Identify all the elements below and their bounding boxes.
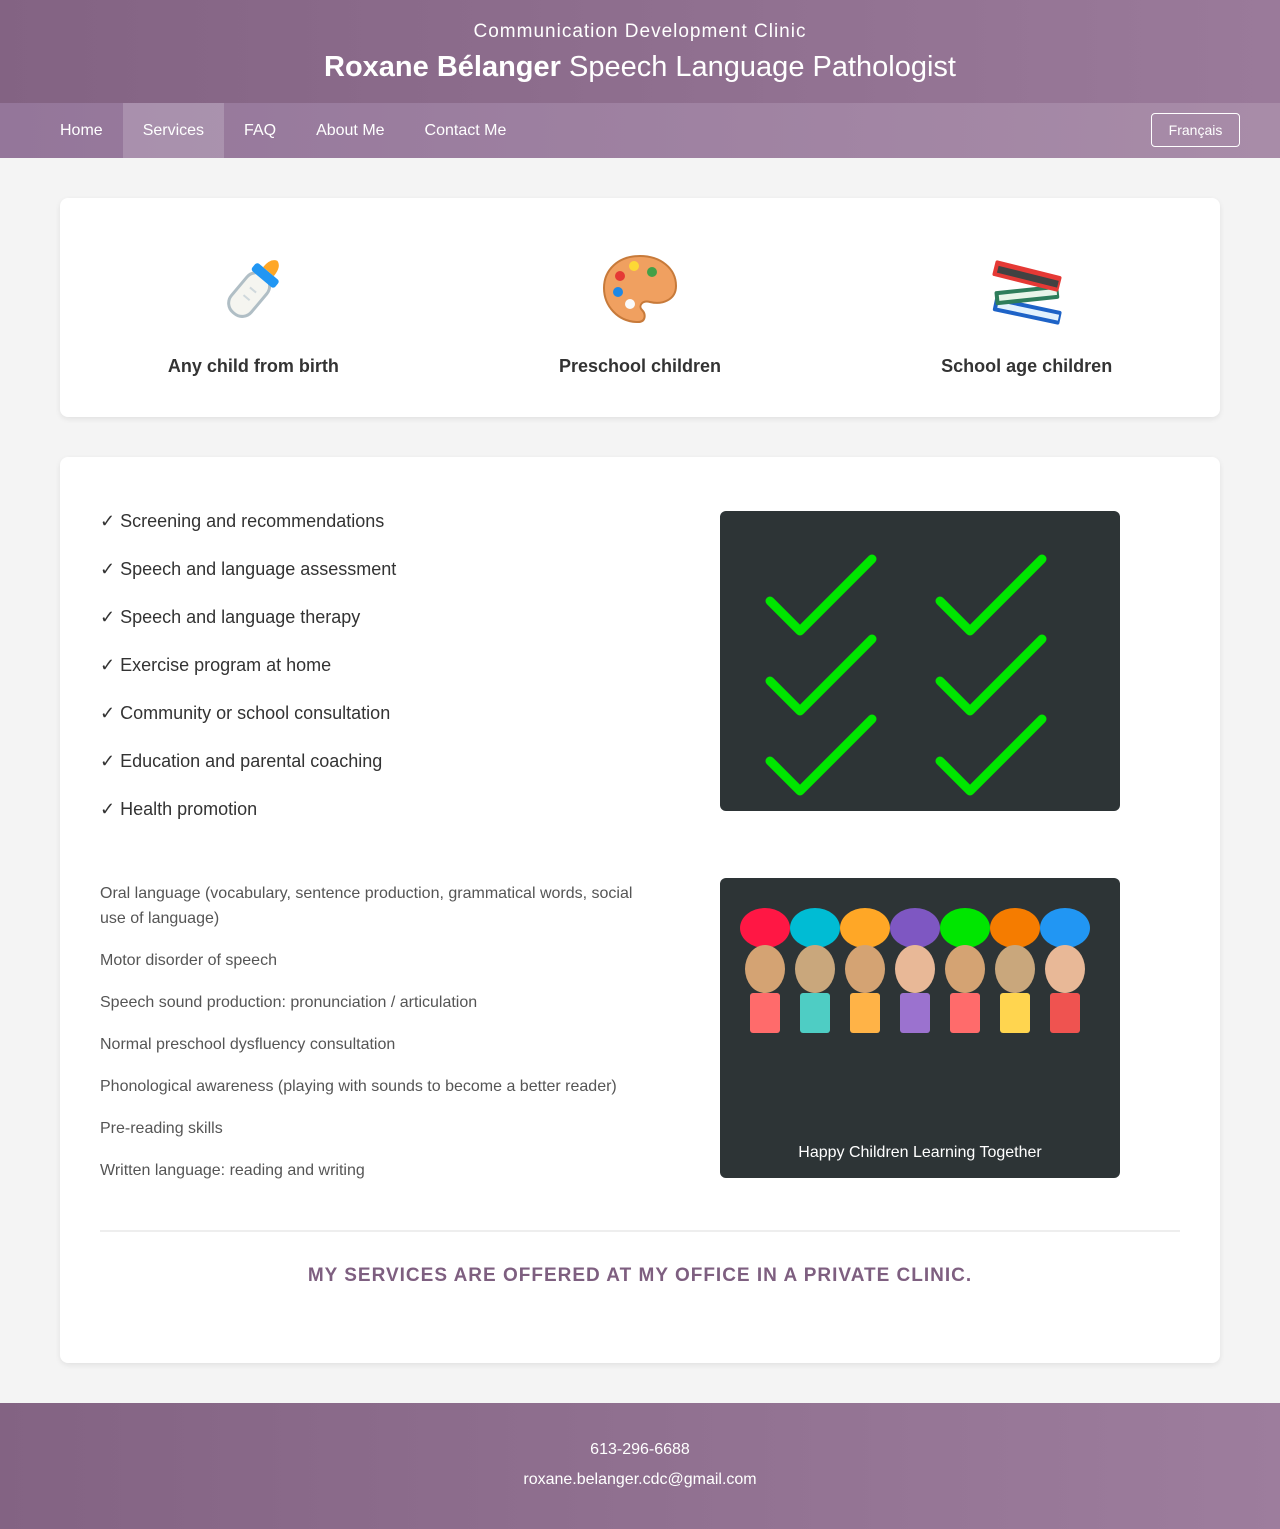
services-card: ✓ Screening and recommendations ✓ Speech… xyxy=(60,457,1220,1363)
children-illustration: Happy Children Learning Together xyxy=(720,878,1120,1178)
service-item: ✓ Health promotion xyxy=(100,799,258,819)
areas-list: Oral language (vocabulary, sentence prod… xyxy=(100,881,640,1200)
child-body xyxy=(750,993,780,1033)
check-icon xyxy=(765,714,877,796)
age-group-school: School age children xyxy=(833,198,1220,417)
child-hair xyxy=(890,908,940,948)
child-hair xyxy=(790,908,840,948)
child-figure xyxy=(890,908,940,1033)
child-hair xyxy=(1040,908,1090,948)
child-face xyxy=(745,945,785,993)
books-icon xyxy=(833,250,1220,330)
section-divider xyxy=(100,1230,1180,1232)
check-icon xyxy=(765,634,877,716)
child-body xyxy=(1050,993,1080,1033)
child-hair xyxy=(990,908,1040,948)
service-item: ✓ Screening and recommendations xyxy=(100,511,385,531)
child-body xyxy=(1000,993,1030,1033)
area-item: Written language: reading and writing xyxy=(100,1162,365,1179)
child-figure xyxy=(840,908,890,1033)
services-list: ✓ Screening and recommendations ✓ Speech… xyxy=(100,507,396,843)
site-header: Communication Development Clinic Roxane … xyxy=(0,0,1280,103)
profession: Speech Language Pathologist xyxy=(569,51,956,83)
child-body xyxy=(800,993,830,1033)
service-item: ✓ Speech and language assessment xyxy=(100,559,397,579)
child-hair xyxy=(940,908,990,948)
area-item: Oral language (vocabulary, sentence prod… xyxy=(100,885,633,927)
nav-about-me[interactable]: About Me xyxy=(296,103,404,158)
nav-faq[interactable]: FAQ xyxy=(224,103,296,158)
child-figure xyxy=(1040,908,1090,1033)
child-figure xyxy=(790,908,840,1033)
illustration-caption: Happy Children Learning Together xyxy=(798,1144,1042,1161)
service-item: ✓ Community or school consultation xyxy=(100,703,391,723)
child-body xyxy=(850,993,880,1033)
site-footer: 613-296-6688 roxane.belanger.cdc@gmail.c… xyxy=(0,1403,1280,1529)
child-figure xyxy=(940,908,990,1033)
area-item: Phonological awareness (playing with sou… xyxy=(100,1078,617,1095)
area-item: Speech sound production: pronunciation /… xyxy=(100,994,478,1011)
service-item: ✓ Education and parental coaching xyxy=(100,751,383,771)
site-title: Roxane Bélanger Speech Language Patholog… xyxy=(0,50,1280,84)
service-item: ✓ Speech and language therapy xyxy=(100,607,361,627)
age-groups-card: Any child from birth Preschool children xyxy=(60,198,1220,417)
child-face xyxy=(895,945,935,993)
area-item: Pre-reading skills xyxy=(100,1120,223,1137)
age-group-label: Any child from birth xyxy=(167,356,339,376)
checkmarks-graphic xyxy=(765,554,1047,796)
footer-phone[interactable]: 613-296-6688 xyxy=(0,1403,1280,1459)
age-group-label: School age children xyxy=(941,356,1113,376)
practitioner-name: Roxane Bélanger xyxy=(324,51,561,83)
child-face xyxy=(1045,945,1085,993)
check-icon xyxy=(935,714,1047,796)
clinic-name: Communication Development Clinic xyxy=(473,21,807,42)
child-face xyxy=(945,945,985,993)
check-icon xyxy=(935,554,1047,636)
baby-bottle-icon xyxy=(60,250,447,330)
area-item: Motor disorder of speech xyxy=(100,952,277,969)
child-figure xyxy=(740,908,790,1033)
nav-services[interactable]: Services xyxy=(122,103,225,158)
checkmarks-illustration xyxy=(720,511,1120,811)
check-icon xyxy=(765,554,877,636)
service-item: ✓ Exercise program at home xyxy=(100,655,332,675)
palette-icon xyxy=(447,250,834,330)
footer-email[interactable]: roxane.belanger.cdc@gmail.com xyxy=(0,1471,1280,1489)
nav-contact-me[interactable]: Contact Me xyxy=(405,103,527,158)
offer-statement: My services are offered at my office in … xyxy=(307,1265,973,1286)
child-figure xyxy=(990,908,1040,1033)
children-graphic xyxy=(740,908,1090,1033)
age-group-birth: Any child from birth xyxy=(60,198,447,417)
child-hair xyxy=(740,908,790,948)
check-icon xyxy=(935,634,1047,716)
child-hair xyxy=(840,908,890,948)
child-face xyxy=(845,945,885,993)
area-item: Normal preschool dysfluency consultation xyxy=(100,1036,396,1053)
age-group-preschool: Preschool children xyxy=(447,198,834,417)
child-body xyxy=(900,993,930,1033)
child-face xyxy=(795,945,835,993)
child-face xyxy=(995,945,1035,993)
main-nav: Home Services FAQ About Me Contact Me Fr… xyxy=(0,103,1280,158)
child-body xyxy=(950,993,980,1033)
nav-home[interactable]: Home xyxy=(40,103,123,158)
age-group-label: Preschool children xyxy=(558,356,722,376)
language-toggle-button[interactable]: Français xyxy=(1151,113,1240,147)
